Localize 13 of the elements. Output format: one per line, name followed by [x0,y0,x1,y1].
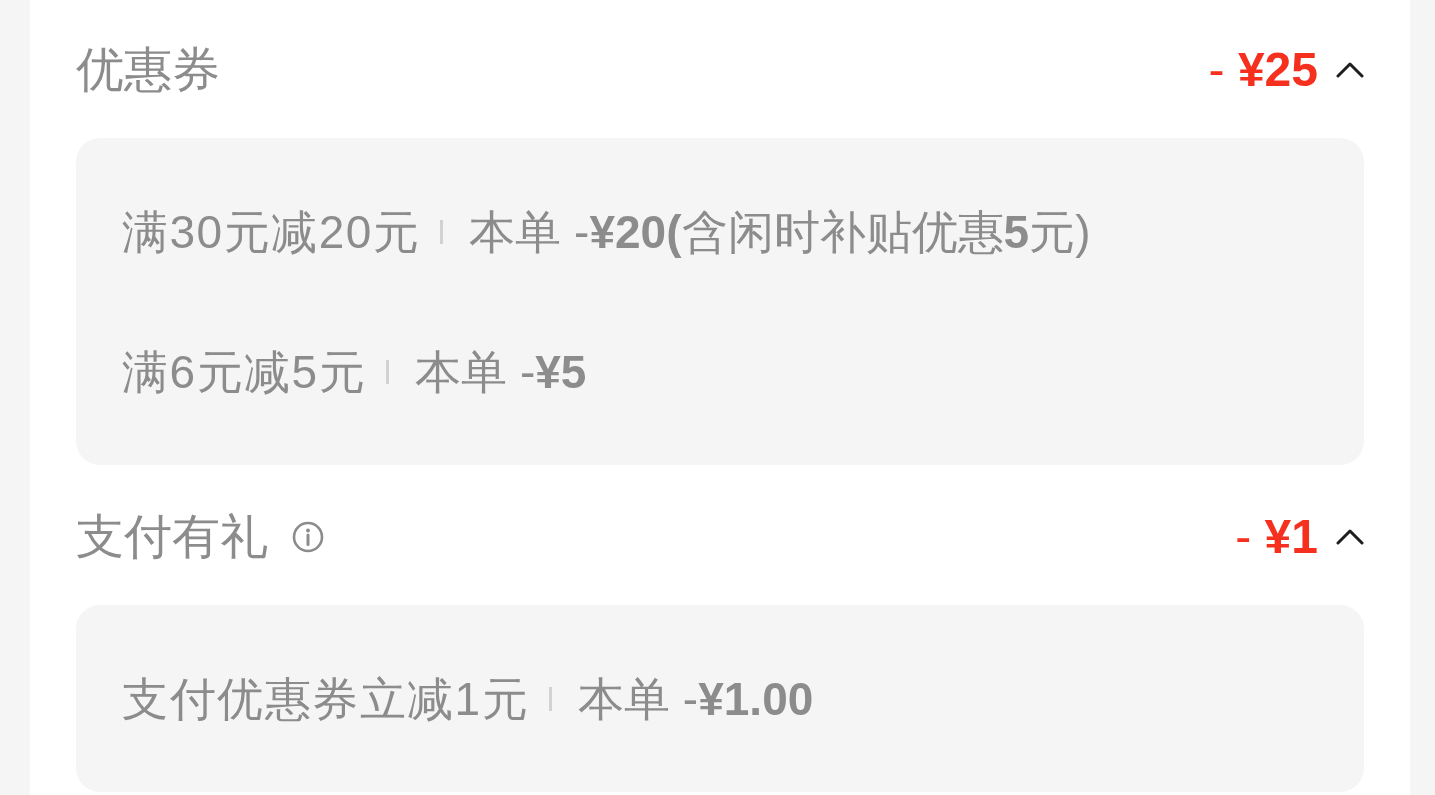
coupon-detail: 本单 -¥20(含闲时补贴优惠5元) [469,207,1091,257]
coupon-condition: 满30元减20元 [122,207,421,257]
section-title: 优惠券 [76,46,220,94]
coupon-detail: 本单 -¥5 [415,347,587,397]
discount-amount: - ¥1 [1235,511,1318,563]
info-icon[interactable] [292,521,324,553]
discount-amount: - ¥25 [1208,44,1318,96]
section-title: 支付有礼 [76,513,268,561]
chevron-up-icon[interactable] [1336,62,1364,78]
chevron-up-icon[interactable] [1336,529,1364,545]
coupon-detail: 本单 -¥1.00 [578,674,814,724]
coupon-condition: 满6元减5元 [122,347,367,397]
coupon-condition: 支付优惠券立减1元 [122,674,530,724]
